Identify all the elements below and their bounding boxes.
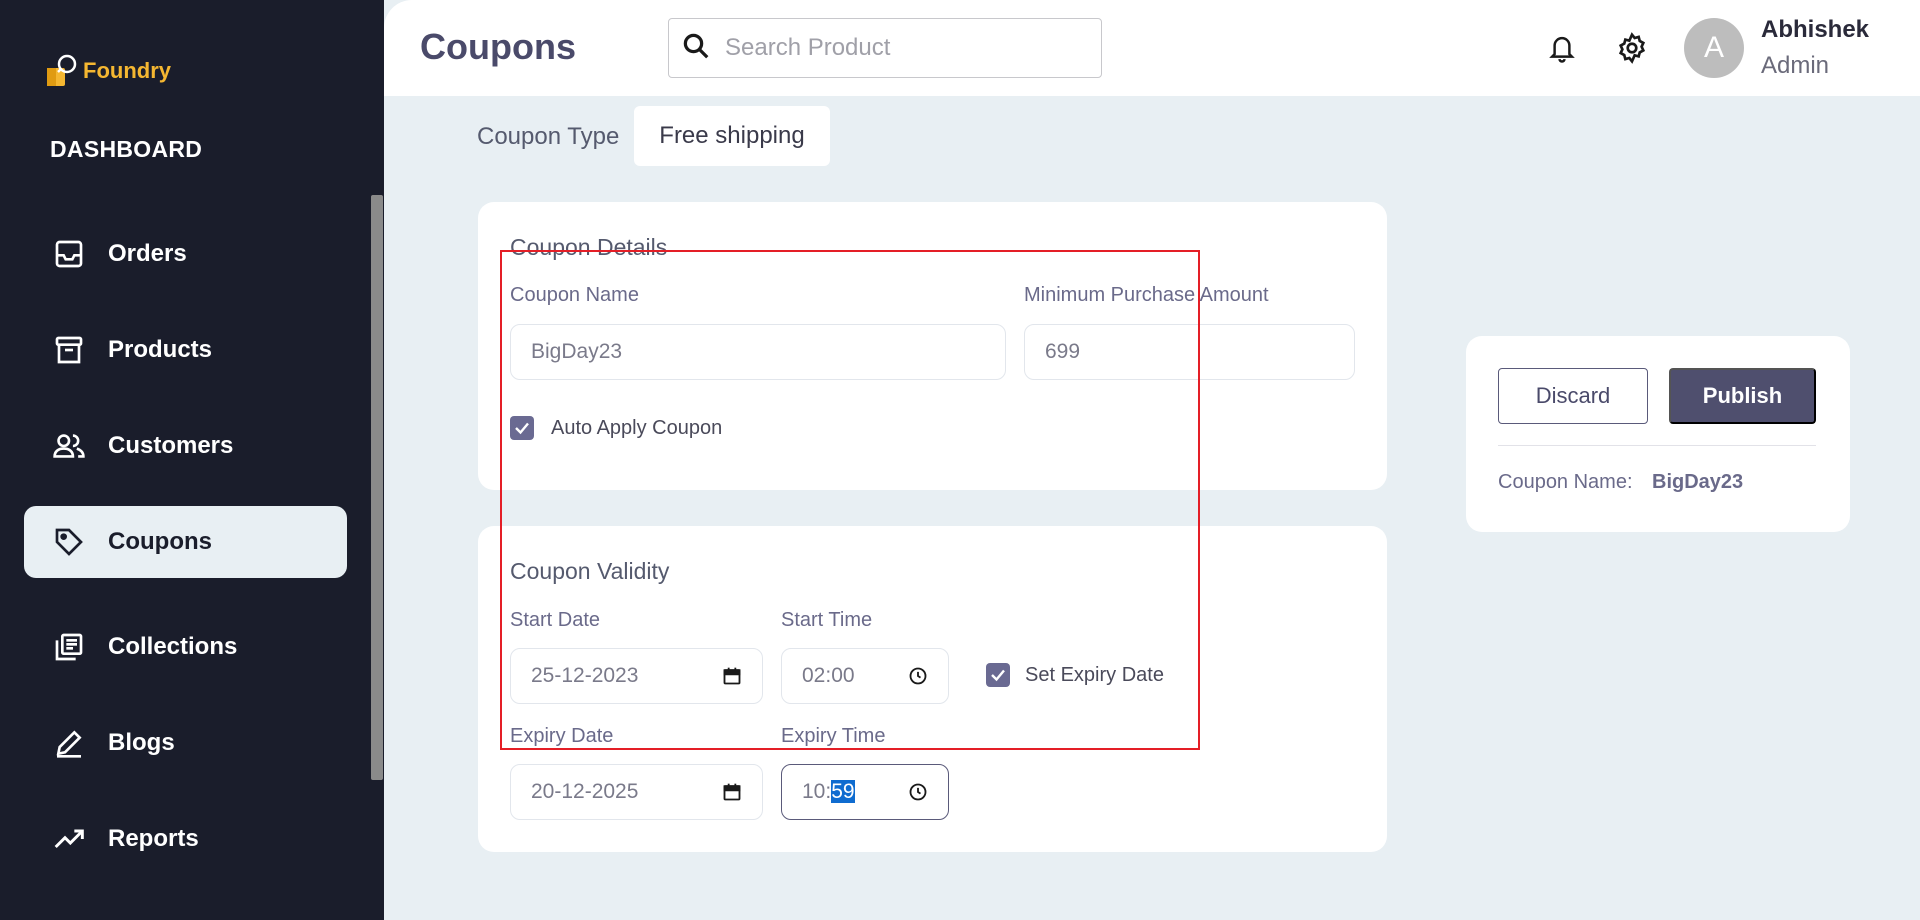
auto-apply-checkbox[interactable] — [510, 416, 534, 440]
check-icon — [515, 422, 529, 435]
notification-bell-icon[interactable] — [1544, 30, 1580, 66]
coupon-details-card: Coupon Details Coupon Name BigDay23 Mini… — [478, 202, 1387, 490]
sidebar-item-label: Reports — [108, 825, 199, 852]
sidebar-item-collections[interactable]: Collections — [24, 611, 347, 683]
start-date-label: Start Date — [510, 609, 601, 631]
archive-icon — [24, 334, 108, 366]
expiry-time-input[interactable]: 10:59 — [781, 764, 949, 820]
sidebar-item-label: Coupons — [108, 528, 212, 555]
start-time-value: 02:00 — [802, 664, 855, 687]
sidebar-item-label: Orders — [108, 240, 187, 267]
start-date-value: 25-12-2023 — [531, 664, 639, 687]
start-time-label: Start Time — [781, 609, 873, 631]
expiry-date-label: Expiry Date — [510, 725, 614, 747]
coupon-validity-title: Coupon Validity — [510, 558, 670, 584]
divider — [1498, 445, 1816, 446]
top-header: Coupons A Abhishek Admin — [384, 0, 1920, 96]
sidebar-item-blogs[interactable]: Blogs — [24, 707, 347, 779]
users-icon — [24, 430, 108, 462]
expiry-date-input[interactable]: 20-12-2025 — [510, 764, 763, 820]
start-time-input[interactable]: 02:00 — [781, 648, 949, 704]
brand-name: Foundry — [83, 58, 171, 83]
start-date-input[interactable]: 25-12-2023 — [510, 648, 763, 704]
page-title: Coupons — [420, 26, 576, 67]
clock-icon[interactable] — [908, 782, 928, 802]
inbox-icon — [24, 238, 108, 270]
dashboard-link[interactable]: DASHBOARD — [50, 136, 202, 163]
check-icon — [991, 669, 1005, 682]
publish-button[interactable]: Publish — [1669, 368, 1816, 424]
min-purchase-label: Minimum Purchase Amount — [1024, 284, 1269, 306]
discard-button[interactable]: Discard — [1498, 368, 1648, 424]
trending-up-icon — [24, 823, 108, 855]
sidebar-item-orders[interactable]: Orders — [24, 218, 347, 290]
edit-icon — [24, 727, 108, 759]
coupon-name-input[interactable]: BigDay23 — [510, 324, 1006, 380]
coupon-name-label: Coupon Name — [510, 284, 639, 306]
sidebar-scrollbar[interactable] — [371, 195, 383, 780]
sidebar-item-products[interactable]: Products — [24, 314, 347, 386]
set-expiry-label: Set Expiry Date — [1025, 664, 1164, 686]
coupon-details-title: Coupon Details — [510, 234, 668, 260]
summary-coupon-name-label: Coupon Name: — [1498, 471, 1633, 493]
calendar-icon[interactable] — [722, 782, 742, 802]
expiry-hour: 10: — [802, 780, 832, 803]
auto-apply-label: Auto Apply Coupon — [551, 417, 723, 439]
tag-icon — [24, 526, 108, 558]
brand-logo[interactable]: Foundry — [45, 54, 171, 88]
sidebar: Foundry DASHBOARD Orders Products Custom… — [0, 0, 384, 920]
sidebar-item-reports[interactable]: Reports — [24, 803, 347, 875]
publish-summary-card: Discard Publish Coupon Name: BigDay23 — [1466, 336, 1850, 532]
sidebar-item-label: Blogs — [108, 729, 175, 756]
set-expiry-checkbox[interactable] — [986, 663, 1010, 687]
expiry-time-value: 10:59 — [802, 780, 908, 804]
library-icon — [24, 631, 108, 663]
coupon-type-label: Coupon Type — [477, 123, 620, 150]
sidebar-item-customers[interactable]: Customers — [24, 410, 347, 482]
min-purchase-input[interactable]: 699 — [1024, 324, 1355, 380]
search-icon — [681, 31, 711, 66]
summary-coupon-name-value: BigDay23 — [1652, 471, 1744, 493]
avatar[interactable]: A — [1684, 18, 1744, 78]
settings-gear-icon[interactable] — [1614, 30, 1650, 66]
sidebar-item-label: Collections — [108, 633, 238, 660]
coupon-type-select[interactable]: Free shipping — [634, 106, 830, 166]
sidebar-item-coupons[interactable]: Coupons — [24, 506, 347, 578]
clock-icon[interactable] — [908, 666, 928, 686]
min-purchase-value: 699 — [1045, 340, 1081, 363]
expiry-date-value: 20-12-2025 — [531, 780, 639, 803]
expiry-time-label: Expiry Time — [781, 725, 886, 747]
coupon-name-value: BigDay23 — [531, 340, 623, 363]
expiry-minute-selected: 59 — [831, 780, 855, 803]
sidebar-item-label: Products — [108, 336, 213, 363]
foundry-logo-icon — [45, 54, 79, 88]
coupon-validity-card: Coupon Validity Start Date 25-12-2023 St… — [478, 526, 1387, 852]
sidebar-item-label: Customers — [108, 432, 234, 459]
user-role: Admin — [1761, 52, 1830, 79]
search-box[interactable] — [668, 18, 1102, 78]
search-input[interactable] — [725, 34, 1085, 62]
user-name: Abhishek — [1761, 16, 1870, 43]
calendar-icon[interactable] — [722, 666, 742, 686]
